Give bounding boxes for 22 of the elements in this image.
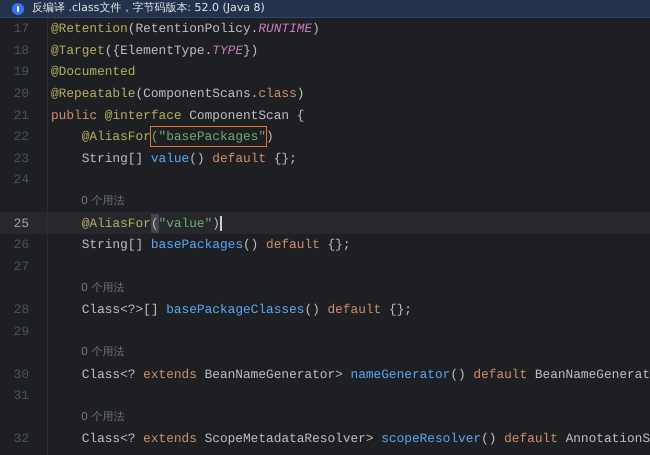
code-line: @Repeatable(ComponentScans.class)	[51, 84, 304, 103]
code-line: String[] basePackages() default {};	[80, 236, 351, 254]
code-line: @Target({ElementType.TYPE})	[51, 42, 258, 60]
code-line: Class<? extends ScopeMetadataResolver> scopeResolver() default AnnotationS	[80, 430, 650, 448]
line-number: 25	[14, 214, 29, 233]
usage-hint[interactable]: 0 个用法	[81, 193, 124, 210]
usage-hint[interactable]: 0 个用法	[81, 280, 124, 296]
code-line: @Documented	[51, 63, 136, 82]
code-line: Class<? extends BeanNameGenerator> nameGenerator() default BeanNameGenerat	[80, 366, 650, 384]
code-line: public @interface ComponentScan {	[51, 106, 304, 125]
code-line: @Retention(RetentionPolicy.RUNTIME)	[51, 20, 320, 38]
code-line: @AliasFor("value")	[80, 214, 222, 233]
code-line: @AliasFor("basePackages")	[51, 127, 274, 146]
usage-hint[interactable]: 0 个用法	[81, 344, 124, 361]
code-line: Class<?>[] basePackageClasses() default {};	[80, 300, 412, 319]
bracket-match: (	[150, 214, 159, 233]
info-icon	[12, 2, 24, 14]
text-cursor	[220, 216, 222, 231]
code-line: String[] value() default {};	[80, 150, 297, 168]
highlight-box: ("basePackages"	[150, 127, 266, 146]
usage-hint[interactable]: 0 个用法	[81, 409, 124, 426]
banner-text: 反编译 .class文件，字节码版本: 52.0 (Java 8)	[32, 0, 265, 16]
